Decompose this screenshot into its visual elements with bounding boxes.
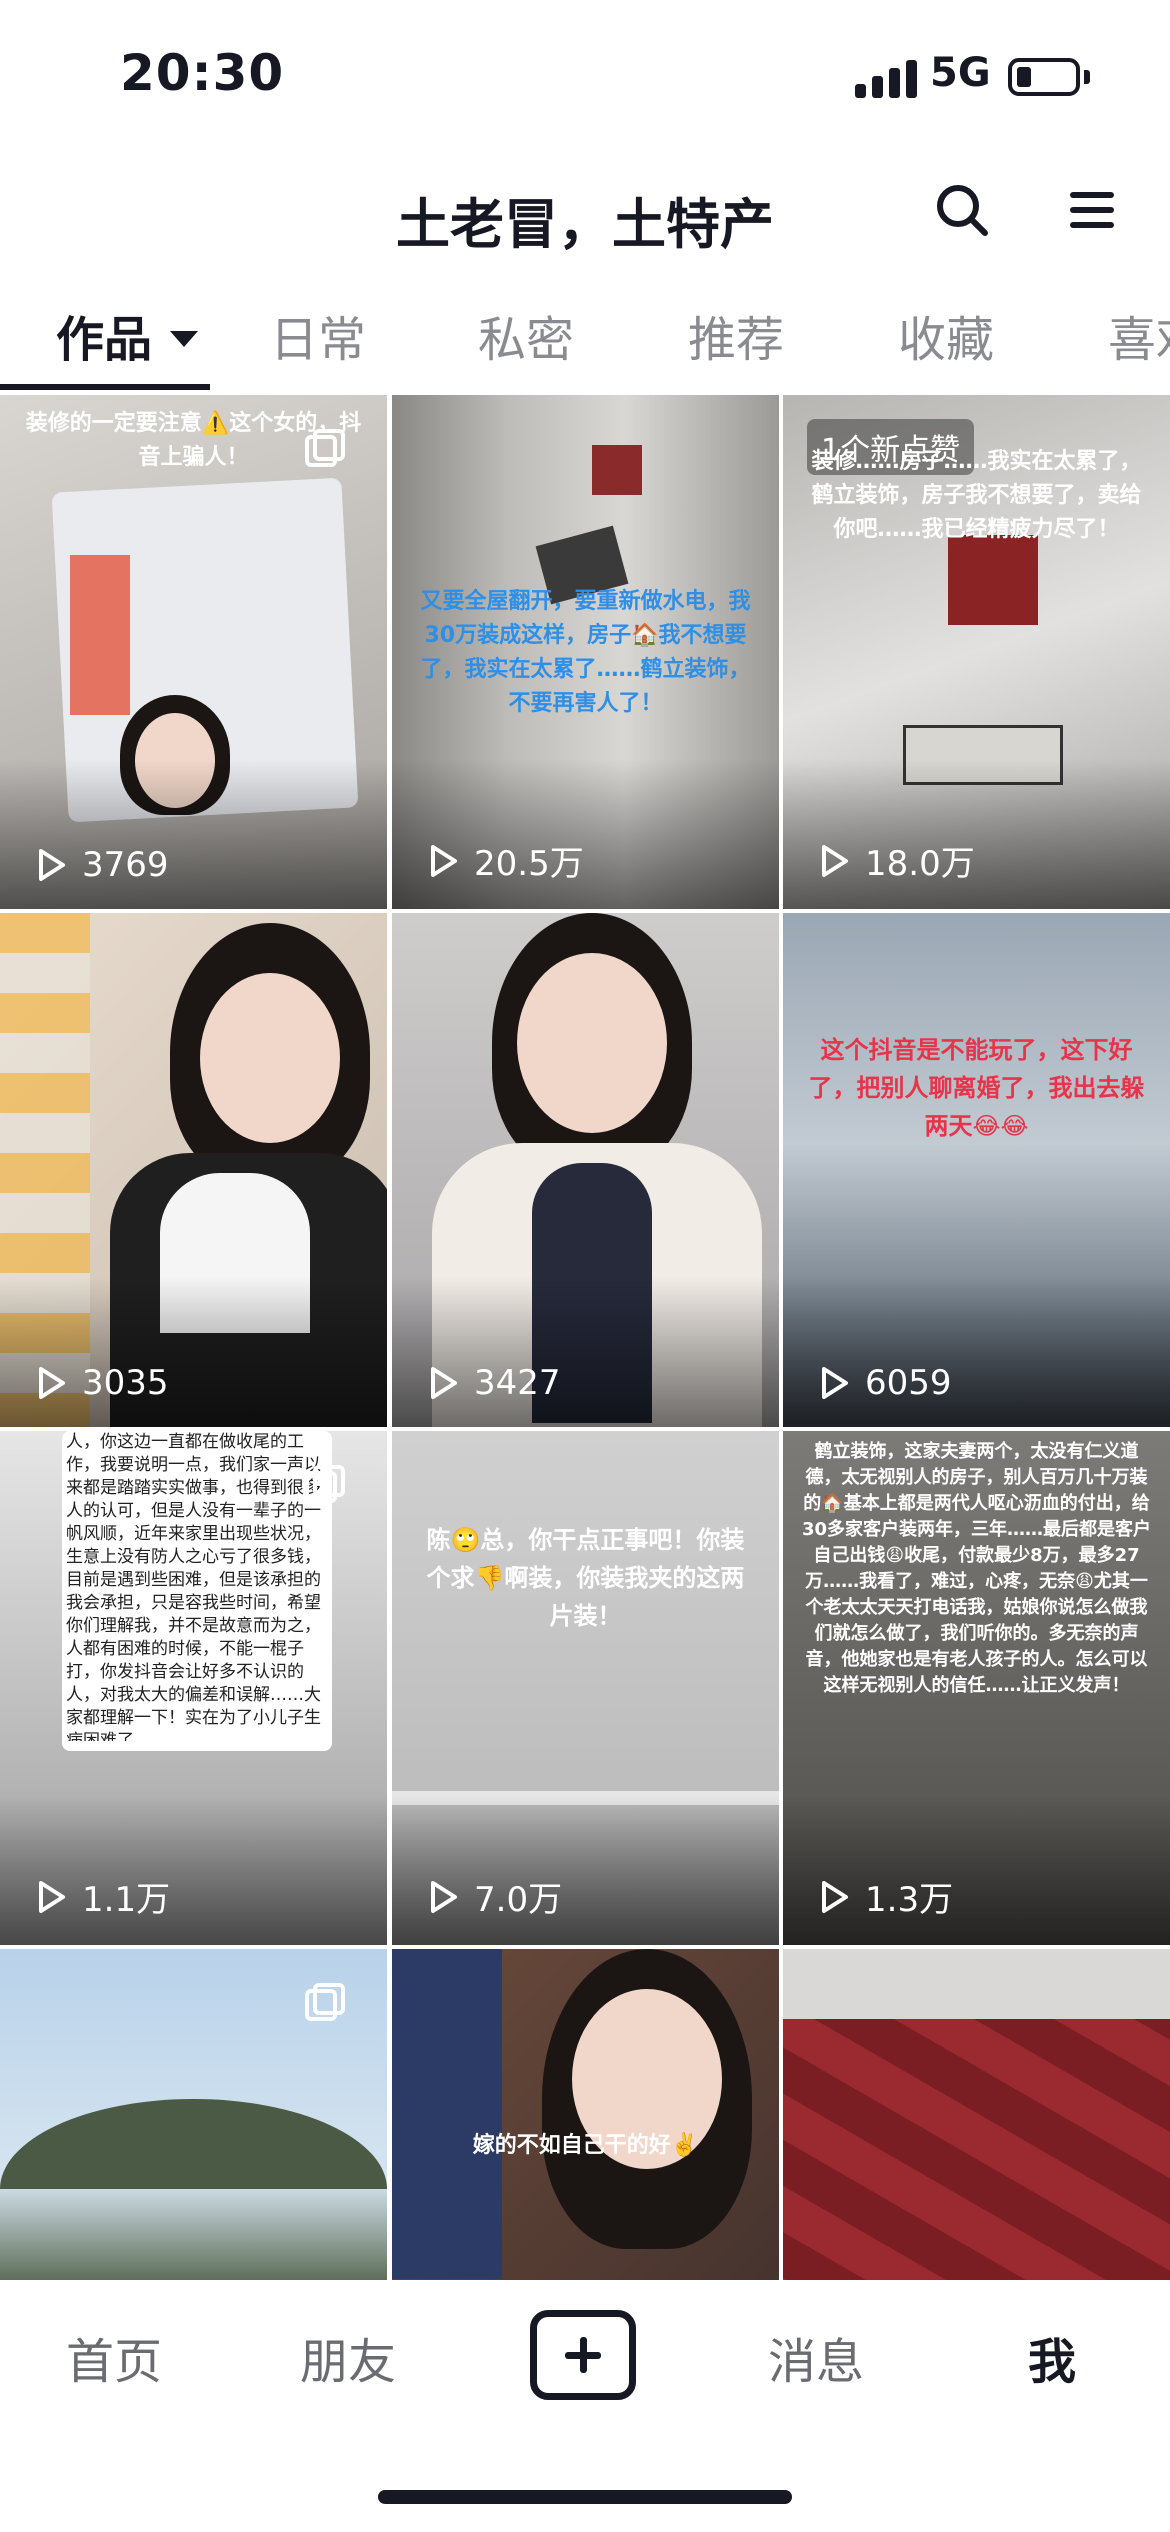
video-caption: 陈🙄总，你干点正事吧！你装个求👎啊装，你装我夹的这两片装！ (426, 1526, 745, 1630)
play-icon (39, 1880, 65, 1913)
video-caption: 装修……房子……我实在太累了，鹤立装饰，房子我不想要了，卖给你吧……我已经精疲力… (811, 449, 1142, 542)
page-title: 土老冒，土特产 (396, 193, 774, 256)
multi-image-icon (305, 1465, 347, 1507)
battery-tip (1084, 70, 1090, 84)
tab-private[interactable]: 私密 (478, 300, 574, 370)
play-icon (822, 844, 848, 877)
play-count: 6059 (813, 1363, 952, 1403)
video-thumbnail[interactable]: 鹤立装饰，这家夫妻两个，太没有仁义道德，太无视别人的房子，别人百万几十万装的🏠基… (783, 1431, 1170, 1945)
video-thumbnail[interactable]: 又要全屋翻开，要重新做水电，我30万装成这样，房子🏠我不想要了，我实在太累了……… (392, 395, 779, 909)
video-caption: 这个抖音是不能玩了，这下好了，把别人聊离婚了，我出去躲两天😂😂 (808, 1036, 1145, 1140)
video-thumbnail[interactable] (783, 1949, 1170, 2280)
network-label: 5G (930, 50, 991, 96)
search-icon[interactable] (930, 178, 994, 242)
play-icon (431, 1880, 457, 1913)
play-count: 1.3万 (813, 1872, 953, 1921)
play-icon (431, 1367, 457, 1399)
play-count: 3427 (422, 1363, 561, 1403)
play-icon (822, 1367, 848, 1399)
play-icon (39, 1367, 65, 1399)
tab-works[interactable]: 作品 (56, 300, 199, 370)
profile-tabs: 作品 日常 私密 推荐 收藏 喜欢 (0, 280, 1170, 392)
caret-down-icon (170, 331, 199, 347)
signal-icon (855, 60, 917, 98)
tab-likes[interactable]: 喜欢 (1108, 300, 1170, 370)
bottom-nav: 首页 朋友 消息 我 (0, 2282, 1170, 2532)
video-thumbnail[interactable]: 3035 (0, 913, 387, 1427)
play-count: 18.0万 (813, 836, 975, 885)
video-thumbnail[interactable]: 这个抖音是不能玩了，这下好了，把别人聊离婚了，我出去躲两天😂😂 6059 (783, 913, 1170, 1427)
video-caption: 嫁的不如自己干的好✌️ (472, 2133, 699, 2158)
nav-me[interactable]: 我 (1028, 2322, 1076, 2392)
play-count: 3035 (30, 1363, 169, 1403)
multi-image-icon (305, 429, 347, 471)
multi-image-icon (305, 1983, 347, 2025)
play-count: 3769 (30, 845, 169, 885)
tab-daily[interactable]: 日常 (270, 300, 366, 370)
video-thumbnail[interactable]: 装修的一定要注意⚠️这个女的，抖音上骗人！ 3769 (0, 395, 387, 909)
battery-icon (1008, 58, 1080, 96)
video-thumbnail[interactable]: 嫁的不如自己干的好✌️ (392, 1949, 779, 2280)
menu-icon[interactable] (1060, 178, 1124, 242)
status-time: 20:30 (120, 44, 285, 102)
play-icon (822, 1880, 848, 1913)
plus-icon[interactable] (530, 2310, 636, 2400)
video-thumbnail[interactable] (0, 1949, 387, 2280)
tab-favorites[interactable]: 收藏 (898, 300, 994, 370)
tab-recommend[interactable]: 推荐 (688, 300, 784, 370)
nav-home[interactable]: 首页 (66, 2322, 162, 2392)
video-thumbnail[interactable]: 陈🙄总，你干点正事吧！你装个求👎啊装，你装我夹的这两片装！ 7.0万 (392, 1431, 779, 1945)
play-count: 20.5万 (422, 836, 584, 885)
play-count: 7.0万 (422, 1872, 562, 1921)
status-bar: 20:30 5G (0, 0, 1170, 150)
video-thumbnail[interactable]: 3427 (392, 913, 779, 1427)
play-icon (431, 844, 457, 877)
active-tab-indicator (0, 384, 210, 390)
video-caption: 人，你这边一直都在做收尾的工作，我要说明一点，我们家一声以来都是踏踏实实做事，也… (66, 1432, 321, 1741)
video-thumbnail[interactable]: 1个新点赞 装修……房子……我实在太累了，鹤立装饰，房子我不想要了，卖给你吧……… (783, 395, 1170, 909)
video-caption: 又要全屋翻开，要重新做水电，我30万装成这样，房子🏠我不想要了，我实在太累了……… (420, 589, 751, 716)
play-count: 1.1万 (30, 1872, 170, 1921)
video-grid: 装修的一定要注意⚠️这个女的，抖音上骗人！ 3769 又要全屋翻开，要重新做水电… (0, 395, 1170, 2280)
nav-messages[interactable]: 消息 (768, 2322, 864, 2392)
profile-header: 土老冒，土特产 (0, 150, 1170, 270)
play-icon (39, 849, 65, 881)
nav-friends[interactable]: 朋友 (300, 2322, 396, 2392)
home-indicator (378, 2490, 792, 2504)
video-thumbnail[interactable]: 人，你这边一直都在做收尾的工作，我要说明一点，我们家一声以来都是踏踏实实做事，也… (0, 1431, 387, 1945)
